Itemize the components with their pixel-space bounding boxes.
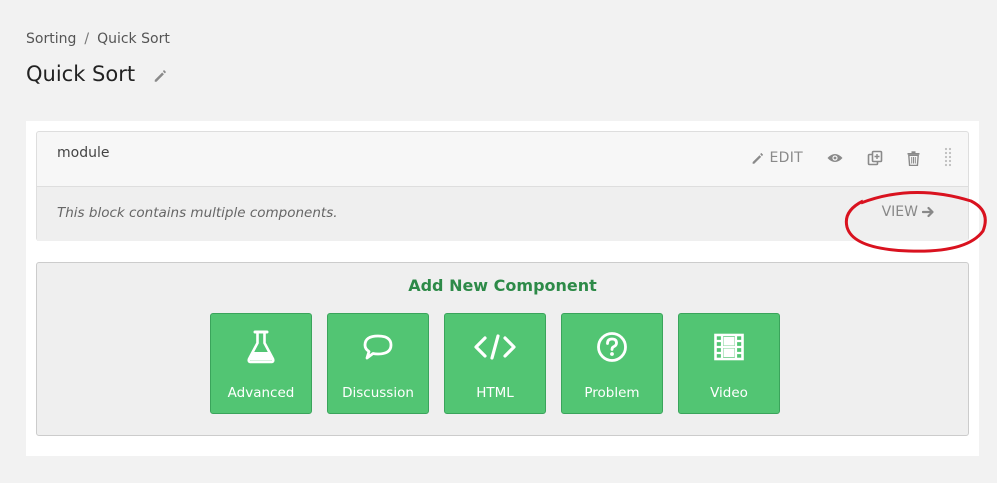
drag-handle-icon[interactable] — [944, 147, 952, 169]
add-video-button[interactable]: Video — [678, 313, 780, 414]
breadcrumb-current: Quick Sort — [97, 31, 170, 47]
edit-button[interactable]: EDIT — [751, 150, 803, 166]
add-advanced-label: Advanced — [227, 385, 295, 401]
block-name: module — [57, 145, 110, 161]
title-row: Quick Sort — [26, 62, 167, 86]
add-video-label: Video — [710, 385, 748, 401]
code-icon — [473, 329, 517, 365]
edit-label: EDIT — [769, 150, 803, 166]
film-icon — [714, 329, 744, 365]
question-circle-icon — [596, 329, 628, 365]
add-problem-button[interactable]: Problem — [561, 313, 663, 414]
block-header: module EDIT — [37, 132, 968, 187]
pencil-icon — [751, 152, 764, 165]
view-button[interactable]: VIEW — [882, 204, 934, 220]
component-buttons: Advanced Discussion HTML Problem Video — [210, 313, 780, 414]
add-advanced-button[interactable]: Advanced — [210, 313, 312, 414]
pencil-icon[interactable] — [153, 69, 167, 83]
breadcrumb: Sorting / Quick Sort — [26, 31, 170, 47]
page-title: Quick Sort — [26, 62, 136, 86]
view-label: VIEW — [881, 204, 918, 220]
add-problem-label: Problem — [584, 385, 640, 401]
block-body: This block contains multiple components.… — [37, 187, 968, 241]
breadcrumb-parent-link[interactable]: Sorting — [26, 31, 76, 47]
block-description: This block contains multiple components. — [57, 205, 338, 221]
duplicate-icon[interactable] — [867, 150, 883, 166]
add-component-title: Add New Component — [408, 276, 597, 295]
speech-bubble-icon — [362, 329, 394, 365]
arrow-right-icon — [922, 206, 934, 218]
eye-icon[interactable] — [827, 152, 843, 164]
unit-container: module EDIT This block contains multiple… — [26, 121, 987, 456]
breadcrumb-separator: / — [84, 31, 90, 47]
trash-icon[interactable] — [907, 150, 920, 166]
module-block: module EDIT This block contains multiple… — [36, 131, 987, 253]
block-actions: EDIT — [751, 147, 952, 169]
add-discussion-label: Discussion — [342, 385, 414, 401]
add-html-label: HTML — [476, 385, 514, 401]
add-discussion-button[interactable]: Discussion — [327, 313, 429, 414]
add-component-panel: Add New Component Advanced Discussion HT… — [36, 262, 969, 436]
add-html-button[interactable]: HTML — [444, 313, 546, 414]
flask-icon — [246, 329, 276, 365]
